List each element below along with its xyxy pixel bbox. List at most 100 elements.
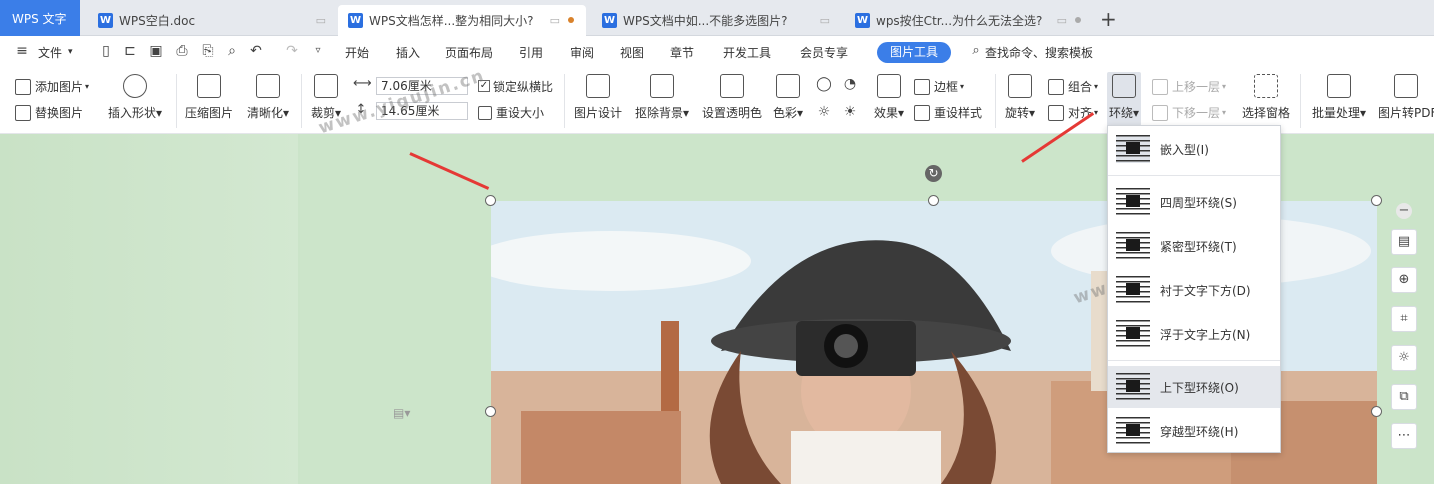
menu-start[interactable]: 开始 [345,44,369,61]
send-backward-button[interactable]: 下移一层 ▾ [1152,104,1226,121]
transparent-color-button[interactable]: 设置透明色 [702,74,762,121]
resize-handle-top[interactable] [928,195,939,206]
chevron-down-icon[interactable]: ▾ [68,47,73,57]
tight-wrap-icon [1116,232,1150,260]
contrast-up-icon[interactable]: ◔ [842,76,858,92]
file-menu[interactable]: 文件 [38,44,62,61]
lightbulb-icon[interactable]: ☼ [1391,345,1417,371]
customize-chevron-icon[interactable]: ▿ [310,43,326,59]
label: 旋转 [1004,106,1029,120]
print-preview-icon[interactable]: ⌕ [224,43,240,59]
brightness-icon[interactable]: ☼ [816,104,832,120]
group-icon [1048,78,1064,95]
wrap-button[interactable]: 环绕▾ [1107,72,1141,126]
wrap-tight-option[interactable]: 紧密型环绕(T) [1108,225,1280,267]
resize-handle-left[interactable] [485,406,496,417]
menu-chapter[interactable]: 章节 [670,44,694,61]
hamburger-icon[interactable]: ≡ [14,43,30,59]
label: 穿越型环绕(H) [1160,424,1239,439]
label: 效果 [873,106,898,120]
label: 添加图片 [35,80,84,94]
picture-tools-tab[interactable]: 图片工具 [877,42,951,63]
wrap-top-bottom-option[interactable]: 上下型环绕(O) [1108,366,1280,408]
wrap-inline-option[interactable]: 嵌入型(I) [1108,128,1280,170]
rotate-handle-icon[interactable]: ↻ [925,165,942,182]
image-to-pdf-button[interactable]: 图片转PDF [1378,74,1434,121]
group-button[interactable]: 组合 ▾ [1048,78,1098,95]
more-icon[interactable]: ⋯ [1391,423,1417,449]
tab-wps-home[interactable]: WPS 文字 [0,0,80,36]
divider [1108,175,1280,176]
bring-forward-button[interactable]: 上移一层 ▾ [1152,78,1226,95]
insert-shape-button[interactable]: 插入形状▾ [106,74,164,121]
collapse-icon[interactable]: − [1396,203,1412,219]
label: 浮于文字上方(N) [1160,327,1251,342]
wrap-front-option[interactable]: 浮于文字上方(N) [1108,313,1280,355]
tab-doc-blank[interactable]: W WPS空白.doc ▭ [88,5,336,36]
save-icon[interactable]: ▣ [148,43,164,59]
square-wrap-icon [1116,188,1150,216]
color-button[interactable]: 色彩▾ [772,74,804,121]
new-doc-icon[interactable]: ▯ [98,43,114,59]
remove-bg-button[interactable]: 抠除背景▾ [633,74,691,121]
redo-icon[interactable]: ↷ [284,43,300,59]
menu-view[interactable]: 视图 [620,44,644,61]
export-pdf-icon[interactable]: ⎙ [174,43,190,59]
rotate-button[interactable]: 旋转▾ [1002,74,1038,121]
convert-icon[interactable]: ⧉ [1391,384,1417,410]
menu-review[interactable]: 审阅 [570,44,594,61]
label: 四周型环绕(S) [1160,195,1237,210]
menu-layout[interactable]: 页面布局 [445,44,493,61]
zoom-icon[interactable]: ⊕ [1391,267,1417,293]
divider [301,74,302,128]
compress-button[interactable]: 压缩图片 [184,74,234,121]
resize-handle-tl[interactable] [485,195,496,206]
divider [1108,360,1280,361]
replace-image-button[interactable]: 替换图片 [15,104,83,121]
width-icon: ⟷ [353,76,372,91]
border-button[interactable]: 边框 ▾ [914,78,964,95]
paragraph-layout-icon[interactable]: ▤▾ [393,406,410,420]
menu-member[interactable]: 会员专享 [800,44,848,61]
menu-dev-tools[interactable]: 开发工具 [723,44,771,61]
contrast-icon[interactable]: ☀ [842,104,858,120]
wrap-through-option[interactable]: 穿越型环绕(H) [1108,410,1280,452]
shape-icon [123,74,147,98]
command-search[interactable]: 查找命令、搜索模板 [985,44,1093,61]
menu-insert[interactable]: 插入 [396,44,420,61]
layout-options-icon[interactable]: ▤ [1391,229,1417,255]
batch-process-button[interactable]: 批量处理▾ [1310,74,1368,121]
new-tab-button[interactable]: + [1100,7,1117,31]
undo-icon[interactable]: ↶ [248,43,264,59]
effect-button[interactable]: 效果▾ [872,74,906,121]
tab-doc-ctrl[interactable]: W wps按住Ctr...为什么无法全选? ▭ [845,5,1093,36]
add-image-button[interactable]: 添加图片 ▾ [15,78,89,95]
picture-design-button[interactable]: 图片设计 [574,74,622,121]
wrap-square-option[interactable]: 四周型环绕(S) [1108,181,1280,223]
tab-doc-resize[interactable]: W WPS文档怎样...整为相同大小? ▭ [338,5,586,36]
label: 上移一层 [1172,80,1221,94]
open-folder-icon[interactable]: ⊏ [122,43,138,59]
menu-reference[interactable]: 引用 [519,44,543,61]
label: 图片设计 [574,106,623,120]
reset-size-button[interactable]: 重设大小 [478,104,544,121]
status-dot-icon [1075,17,1081,23]
brightness-up-icon[interactable]: ◯ [816,76,832,92]
resize-handle-right[interactable] [1371,406,1382,417]
bring-forward-icon [1152,78,1168,95]
lock-ratio-label: 锁定纵横比 [493,80,554,94]
print-icon[interactable]: ⎘ [200,43,216,59]
tab-doc-multiselect[interactable]: W WPS文档中如...不能多选图片? ▭ [592,5,840,36]
label: 批量处理 [1311,106,1360,120]
resize-handle-tr[interactable] [1371,195,1382,206]
divider [995,74,996,128]
remove-bg-icon [650,74,674,98]
selection-pane-button[interactable]: 选择窗格 [1241,74,1291,121]
color-icon [776,74,800,98]
label: 压缩图片 [184,106,233,120]
wrap-behind-option[interactable]: 衬于文字下方(D) [1108,269,1280,311]
reset-style-button[interactable]: 重设样式 [914,104,982,121]
sharpen-button[interactable]: 清晰化▾ [244,74,292,121]
crop-tool-icon[interactable]: ⌗ [1391,306,1417,332]
wps-window: WPS 文字 W WPS空白.doc ▭ W WPS文档怎样...整为相同大小?… [0,0,1434,484]
